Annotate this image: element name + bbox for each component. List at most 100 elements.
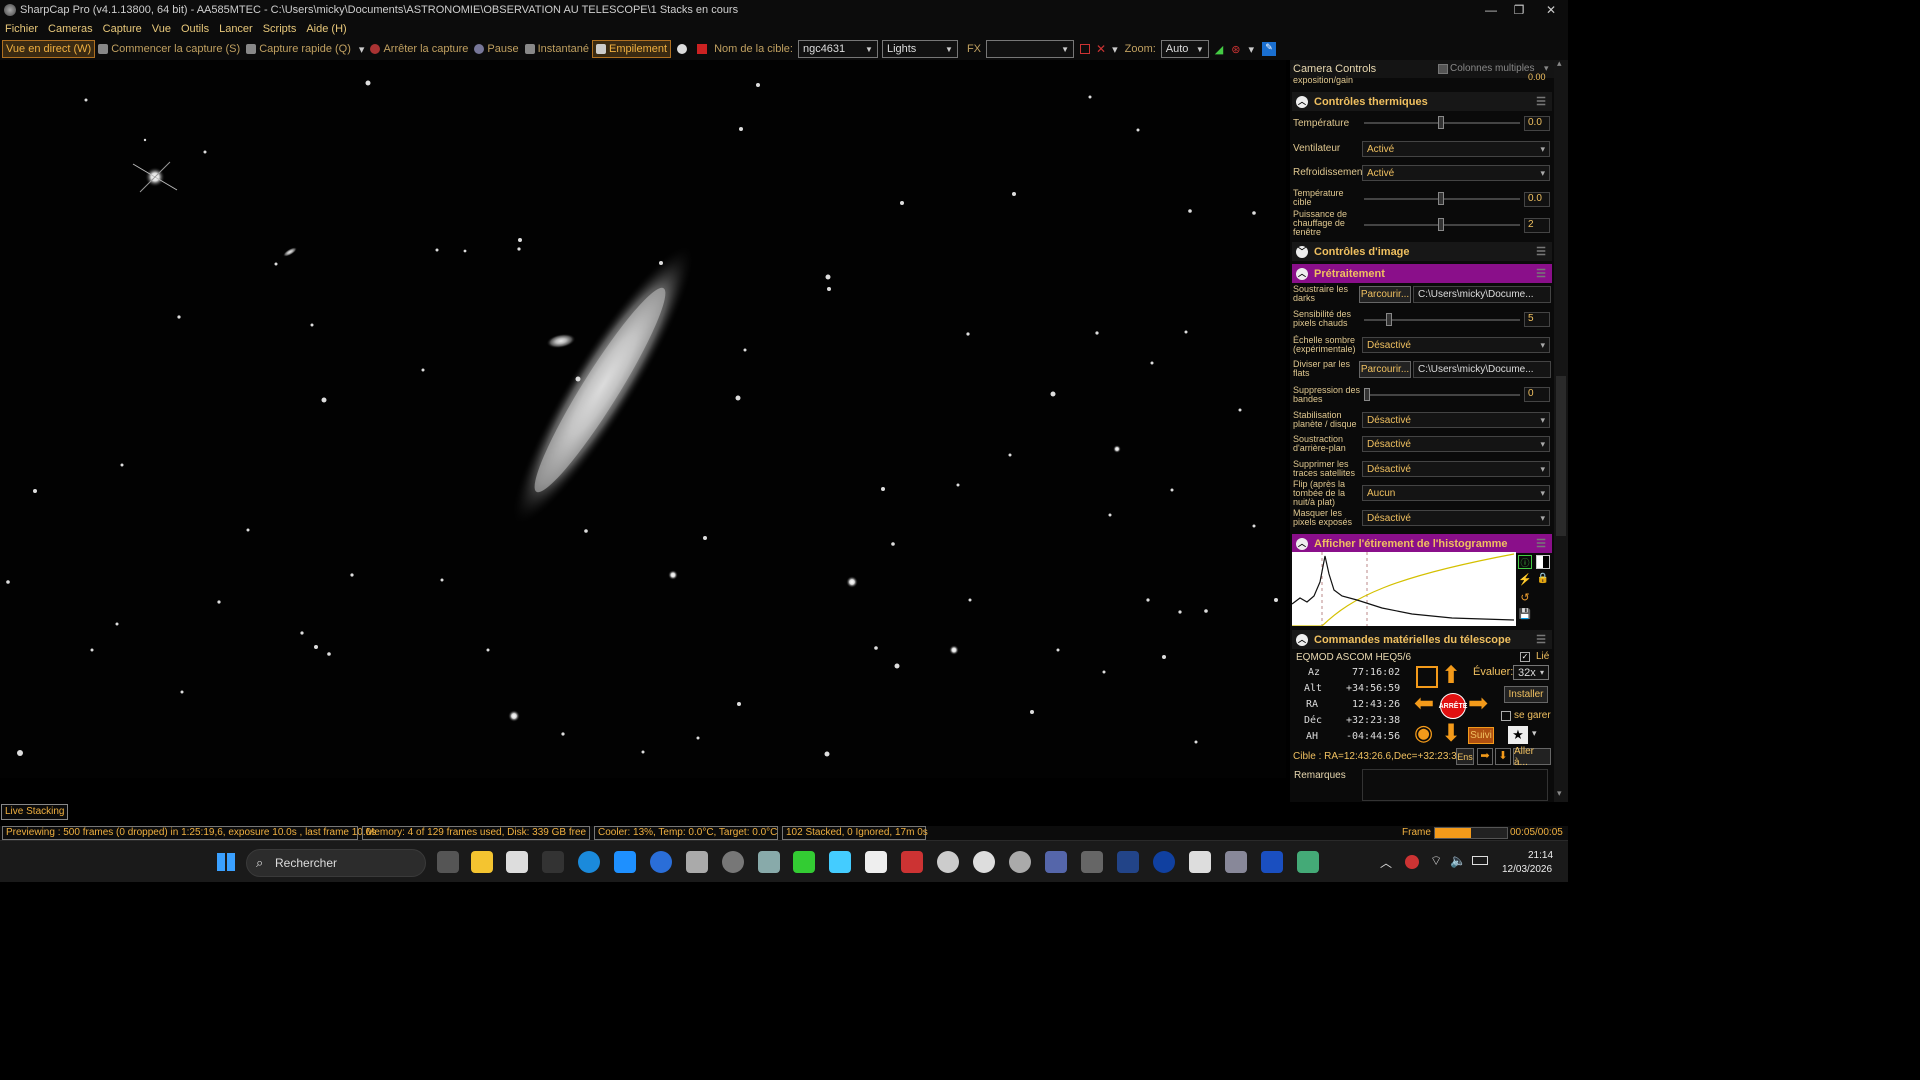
image-controls-header[interactable]: ﹀ Contrôles d'image ☰ xyxy=(1292,242,1552,261)
pause-button[interactable]: Pause xyxy=(471,40,521,58)
arrow-down-icon[interactable]: ⬇ xyxy=(1495,748,1511,765)
app-icon[interactable] xyxy=(1081,851,1103,873)
hot-pixel-slider[interactable] xyxy=(1364,313,1520,326)
goto-button[interactable]: Aller à... xyxy=(1513,746,1551,768)
crosshair-icon[interactable]: ✕ xyxy=(1096,42,1106,56)
menu-file[interactable]: Fichier xyxy=(0,23,43,35)
tracking-button[interactable]: Suivi xyxy=(1468,727,1494,744)
park-checkbox[interactable] xyxy=(1501,711,1511,721)
stabilization-select[interactable]: Désactivé xyxy=(1362,412,1550,428)
image-viewport[interactable] xyxy=(0,60,1286,778)
browse-flats-button[interactable]: Parcourir... xyxy=(1359,361,1411,378)
clock-time[interactable]: 21:14 xyxy=(1528,850,1553,861)
mask-select[interactable]: Désactivé xyxy=(1362,510,1550,526)
app-icon[interactable] xyxy=(614,851,636,873)
collapse-icon[interactable]: ︿ xyxy=(1296,537,1308,550)
background-select[interactable]: Désactivé xyxy=(1362,436,1550,452)
app-icon[interactable] xyxy=(1225,851,1247,873)
app-icon[interactable] xyxy=(506,851,528,873)
target-temp-value[interactable]: 0.0 xyxy=(1524,192,1550,207)
lock-icon[interactable]: 🔒 xyxy=(1536,573,1550,587)
scroll-up-icon[interactable]: ▴ xyxy=(1557,58,1562,69)
live-stacking-tab[interactable]: Live Stacking xyxy=(1,804,69,820)
record-icon[interactable] xyxy=(677,44,688,54)
chevron-down-icon[interactable]: ▾ xyxy=(1112,43,1118,56)
thermal-controls-header[interactable]: ︿ Contrôles thermiques ☰ xyxy=(1292,92,1552,111)
histogram-icon[interactable]: ◢ xyxy=(1215,43,1223,56)
telescope-header[interactable]: ︿ Commandes matérielles du télescope ☰ xyxy=(1292,630,1552,649)
fan-select[interactable]: Activé xyxy=(1362,141,1550,157)
app-icon[interactable] xyxy=(973,851,995,873)
arrow-down-button[interactable]: ⬇ xyxy=(1441,722,1461,746)
app-icon[interactable] xyxy=(1297,851,1319,873)
frame-type-select[interactable]: Lights ▼ xyxy=(881,40,958,58)
menu-icon[interactable]: ☰ xyxy=(1536,95,1546,108)
close-button[interactable]: ✕ xyxy=(1534,0,1568,20)
darks-path-select[interactable]: C:\Users\micky\Docume... xyxy=(1413,286,1551,303)
app-icon[interactable] xyxy=(901,851,923,873)
slider-knob[interactable] xyxy=(1386,313,1392,326)
menu-icon[interactable]: ☰ xyxy=(1536,245,1546,258)
app-icon[interactable] xyxy=(1117,851,1139,873)
chevron-down-icon[interactable]: ▾ xyxy=(1532,728,1537,739)
menu-icon[interactable]: ☰ xyxy=(1536,267,1546,280)
app-icon[interactable] xyxy=(542,851,564,873)
tray-app-icon[interactable] xyxy=(1405,855,1419,869)
target-temp-slider[interactable] xyxy=(1364,192,1520,205)
notes-textarea[interactable] xyxy=(1362,769,1548,801)
app-icon[interactable] xyxy=(829,851,851,873)
stop-capture-button[interactable]: Arrêter la capture xyxy=(367,40,471,58)
chevron-down-icon[interactable]: ▾ xyxy=(1248,43,1254,56)
app-icon[interactable] xyxy=(1009,851,1031,873)
slider-knob[interactable] xyxy=(1364,388,1370,401)
menu-help[interactable]: Aide (H) xyxy=(301,23,351,35)
maximize-button[interactable]: ❐ xyxy=(1502,0,1536,20)
nasa-icon[interactable] xyxy=(1153,851,1175,873)
zoom-select[interactable]: Auto ▼ xyxy=(1160,40,1209,58)
star-icon[interactable]: ★ xyxy=(1508,726,1528,744)
collapse-icon[interactable]: ︿ xyxy=(1296,267,1308,280)
app-icon[interactable] xyxy=(1261,851,1283,873)
app-icon[interactable] xyxy=(1045,851,1067,873)
app-icon[interactable] xyxy=(937,851,959,873)
wifi-icon[interactable]: ⌔ xyxy=(1430,853,1442,869)
slider-knob[interactable] xyxy=(1438,116,1444,129)
auto-stretch-icon[interactable]: ⚡ xyxy=(1518,573,1532,587)
info-icon[interactable]: ⓘ xyxy=(1518,555,1532,569)
start-icon[interactable] xyxy=(217,853,235,871)
app-icon[interactable] xyxy=(650,851,672,873)
install-button[interactable]: Installer xyxy=(1504,686,1548,703)
reset-icon[interactable]: ↺ xyxy=(1518,591,1532,605)
arrow-right-icon[interactable]: ➡ xyxy=(1477,748,1493,765)
app-icon[interactable] xyxy=(686,851,708,873)
chevron-down-icon[interactable]: ▾ xyxy=(359,43,365,56)
temperature-value[interactable]: 0.0 xyxy=(1524,116,1550,131)
browse-darks-button[interactable]: Parcourir... xyxy=(1359,286,1411,303)
cooling-select[interactable]: Activé xyxy=(1362,165,1550,181)
slider-knob[interactable] xyxy=(1438,192,1444,205)
edge-icon[interactable] xyxy=(578,851,600,873)
task-view-icon[interactable] xyxy=(437,851,459,873)
stop-mount-button[interactable]: ARRÊTE xyxy=(1439,693,1467,719)
battery-icon[interactable] xyxy=(1472,856,1488,865)
snapshot-button[interactable]: Instantané xyxy=(522,40,592,58)
quick-capture-button[interactable]: Capture rapide (Q) ▾ xyxy=(243,40,367,58)
arrow-left-button[interactable]: ⬅ xyxy=(1414,692,1434,716)
app-icon[interactable] xyxy=(758,851,780,873)
sharpcap-icon[interactable] xyxy=(722,851,744,873)
menu-tools[interactable]: Outils xyxy=(176,23,214,35)
collapse-icon[interactable]: ︿ xyxy=(1296,633,1308,646)
collapse-icon[interactable]: ︿ xyxy=(1296,95,1308,108)
sync-icon[interactable] xyxy=(1416,666,1438,688)
temperature-slider[interactable] xyxy=(1364,116,1520,129)
heater-slider[interactable] xyxy=(1364,218,1520,231)
contrast-icon[interactable] xyxy=(1536,555,1550,569)
flats-path-select[interactable]: C:\Users\micky\Docume... xyxy=(1413,361,1551,378)
stacking-button[interactable]: Empilement xyxy=(592,40,672,58)
hot-pixel-value[interactable]: 5 xyxy=(1524,312,1550,327)
center-target-icon[interactable]: ◉ xyxy=(1414,722,1433,744)
arrow-right-button[interactable]: ➡ xyxy=(1468,692,1488,716)
brush-icon[interactable]: ✎ xyxy=(1262,42,1277,56)
menu-capture[interactable]: Capture xyxy=(98,23,147,35)
search-box[interactable]: ⌕ Rechercher xyxy=(246,849,426,877)
